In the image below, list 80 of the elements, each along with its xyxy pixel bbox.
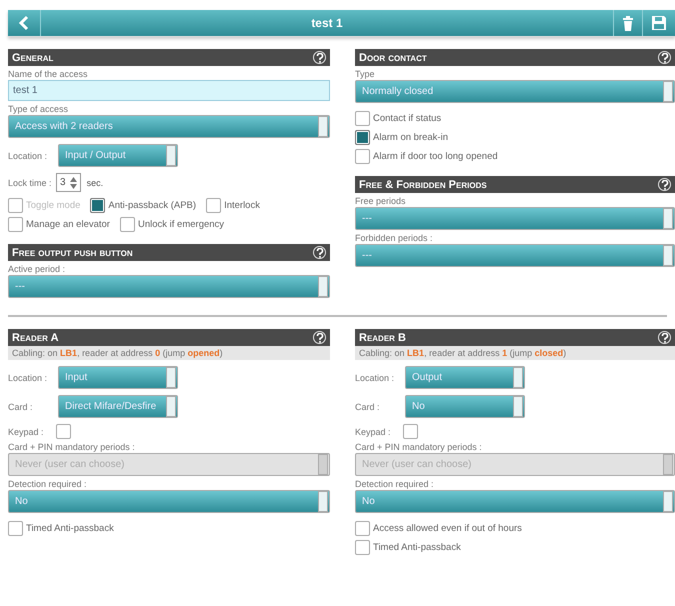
number-spinner[interactable]: 3 [56, 173, 81, 192]
dropdown[interactable]: Input [58, 366, 178, 389]
checkbox[interactable] [355, 540, 370, 555]
help-icon[interactable] [313, 51, 326, 64]
section-title: Reader A [12, 332, 59, 344]
question-mark-icon[interactable] [660, 180, 668, 190]
checkbox[interactable] [403, 424, 418, 439]
field-label: Lock time : [8, 178, 53, 188]
help-icon[interactable] [313, 331, 326, 344]
trash-icon[interactable] [622, 15, 634, 31]
checkbox[interactable] [355, 130, 370, 145]
dropdown[interactable]: Direct Mifare/Desfire [58, 395, 178, 418]
dropdown[interactable]: --- [355, 207, 675, 230]
question-mark-icon[interactable] [316, 332, 324, 342]
stepper-arrows-icon[interactable] [70, 176, 77, 188]
unit-label: sec. [86, 178, 104, 188]
dropdown[interactable]: Output [405, 366, 525, 389]
checkbox[interactable] [206, 198, 222, 213]
section-title: Free output push button [12, 246, 133, 258]
help-icon[interactable] [658, 331, 671, 344]
question-mark-icon[interactable] [660, 52, 668, 62]
back-icon[interactable] [18, 15, 30, 31]
field-label: Card : [8, 402, 34, 412]
checkbox[interactable] [56, 424, 71, 439]
dropdown[interactable]: Input / Output [58, 144, 178, 167]
field-label: Card + PIN mandatory periods : [355, 442, 483, 452]
checkbox-label: Interlock [224, 200, 260, 211]
cabling-info: Cabling: on LB1, reader at address 0 (jump opened) [8, 346, 330, 360]
field-label: Detection required : [355, 479, 435, 489]
field-label: Location : [8, 372, 48, 382]
field-label: Free periods [355, 196, 407, 206]
checkbox[interactable] [8, 521, 23, 536]
checkbox-label: Access allowed even if out of hours [373, 523, 522, 534]
checkbox-label: Manage an elevator [26, 219, 110, 230]
checkbox[interactable] [355, 111, 370, 126]
field-label: Type of access [8, 104, 70, 114]
question-mark-icon[interactable] [316, 248, 324, 258]
field-label: Detection required : [8, 479, 88, 489]
checkbox[interactable] [120, 217, 135, 232]
dropdown[interactable]: Normally closed [355, 80, 675, 103]
field-label: Forbidden periods : [355, 233, 434, 243]
field-label: Location : [355, 372, 396, 382]
checkbox-label: Timed Anti-passback [26, 523, 114, 534]
checkbox[interactable] [355, 521, 370, 536]
dropdown[interactable]: --- [8, 275, 330, 298]
help-icon[interactable] [313, 246, 326, 259]
dropdown[interactable]: --- [355, 244, 675, 267]
field-label: Card + PIN mandatory periods : [8, 442, 136, 452]
question-mark-icon[interactable] [316, 52, 324, 62]
checkbox-label: Alarm on break-in [373, 132, 448, 143]
field-label: Location : [8, 150, 48, 160]
checkbox-label: Unlock if emergency [138, 219, 224, 230]
field-label: Keypad : [355, 426, 392, 436]
window-title: test 1 [310, 16, 344, 30]
checkbox-label: Toggle mode [26, 200, 80, 211]
help-icon[interactable] [658, 51, 671, 64]
section-title: General [12, 52, 54, 64]
checkbox[interactable] [355, 149, 370, 164]
section-title: Reader B [359, 332, 406, 344]
field-label: Name of the access [8, 69, 89, 79]
field-label: Active period : [8, 264, 66, 274]
checkbox-label: Contact if status [373, 113, 442, 124]
checkbox[interactable] [8, 217, 23, 232]
field-label: Card : [355, 402, 381, 412]
checkbox-label: Anti-passback (APB) [108, 200, 196, 211]
text-field[interactable]: test 1 [8, 80, 330, 101]
dropdown[interactable]: No [405, 395, 525, 418]
checkbox-label: Timed Anti-passback [373, 542, 461, 553]
checkbox[interactable] [90, 198, 106, 213]
help-icon[interactable] [658, 178, 671, 191]
section-title: Door contact [359, 52, 427, 64]
dropdown[interactable]: Access with 2 readers [8, 115, 330, 138]
field-label: Keypad : [8, 426, 45, 436]
checkbox-label: Alarm if door too long opened [373, 151, 498, 162]
dropdown[interactable]: No [8, 490, 330, 513]
cabling-info: Cabling: on LB1, reader at address 1 (jump closed) [355, 346, 675, 360]
section-title: Free & Forbidden Periods [359, 178, 487, 190]
question-mark-icon[interactable] [660, 332, 668, 342]
field-label: Type [355, 69, 376, 79]
dropdown[interactable]: No [355, 490, 675, 513]
